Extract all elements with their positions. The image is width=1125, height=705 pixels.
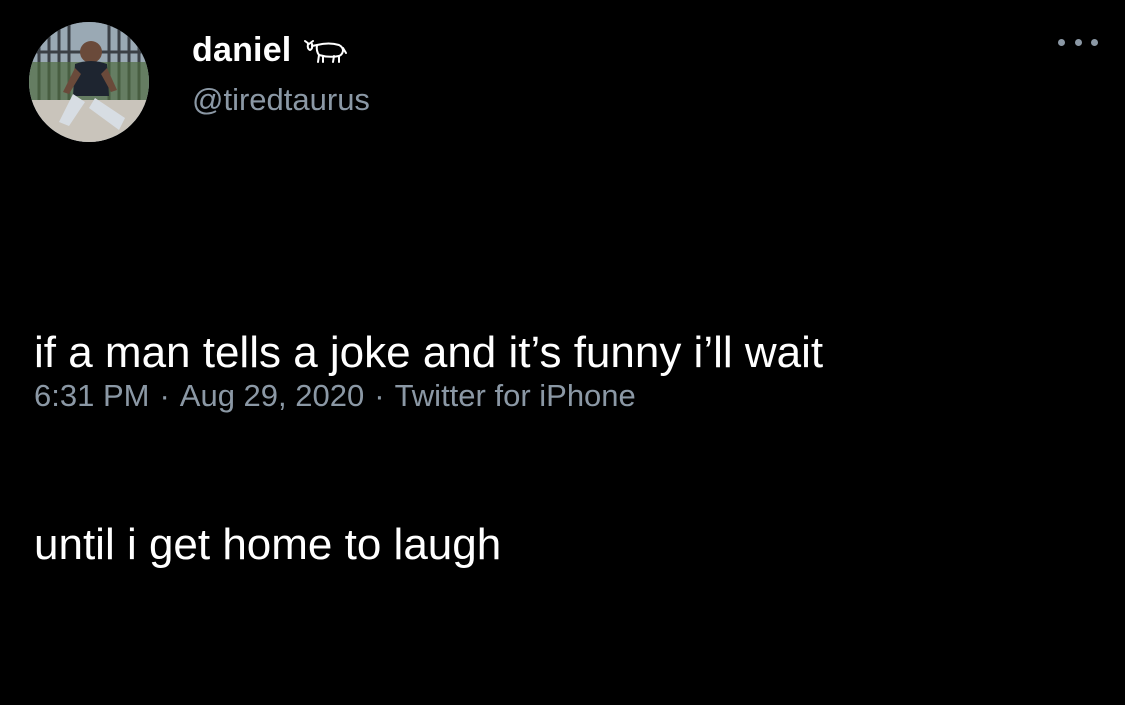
more-horizontal-icon-dot [1058,38,1065,46]
ox-emoji-icon [304,40,348,63]
tweet-text-line: until i get home to laugh [34,520,502,569]
profile-photo-icon [29,22,149,142]
tweet-text: if a man tells a joke and it’s funny i’l… [34,193,1104,705]
more-horizontal-icon-dot [1091,38,1098,46]
meta-separator: · [159,378,170,413]
user-handle[interactable]: @tiredtaurus [192,82,370,118]
tweet-source[interactable]: Twitter for iPhone [395,378,636,414]
tweet-text-line: if a man tells a joke and it’s funny i’l… [34,328,824,377]
display-name-row: daniel [192,28,349,72]
more-horizontal-icon-dot [1074,38,1082,46]
display-name[interactable]: daniel [192,31,291,70]
tweet-card: daniel @tiredtaurus if a man tells a jok… [0,0,1125,569]
tweet-time[interactable]: 6:31 PM [34,378,149,414]
more-options-button[interactable] [1058,32,1098,52]
meta-separator: · [374,378,385,413]
tweet-metadata: 6:31 PM · Aug 29, 2020 · Twitter for iPh… [34,378,636,414]
avatar[interactable] [29,22,149,142]
tweet-date[interactable]: Aug 29, 2020 [180,378,364,414]
